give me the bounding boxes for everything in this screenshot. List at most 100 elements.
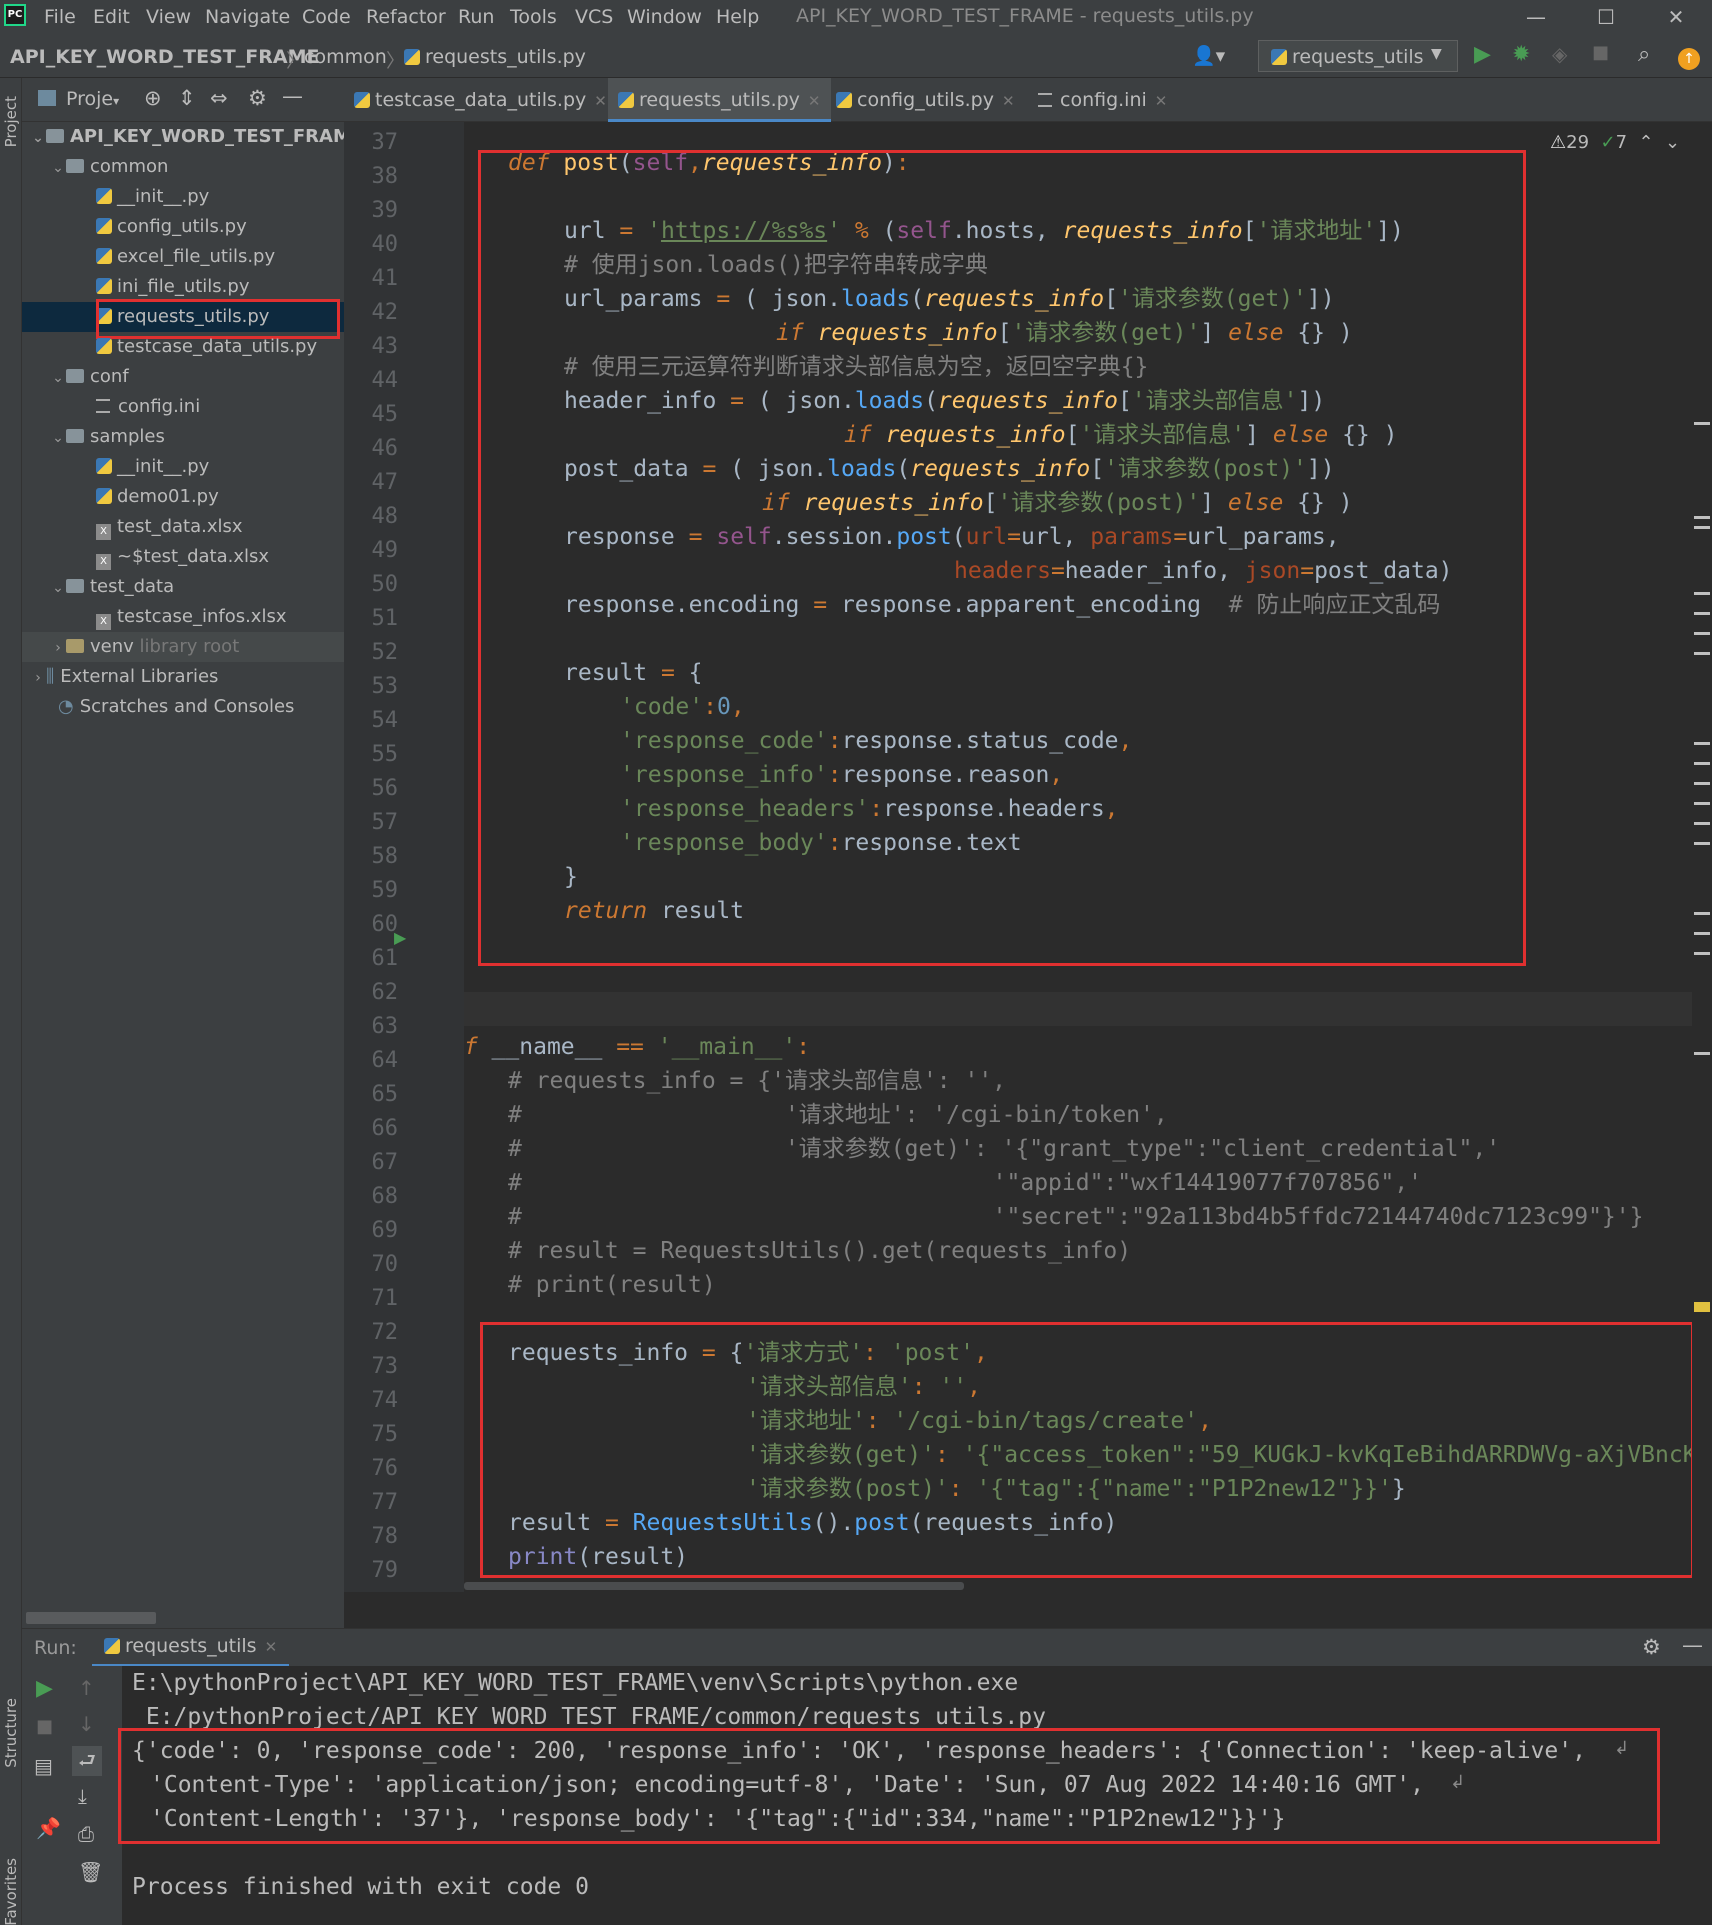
tree-folder-conf[interactable]: ⌄ conf [22, 362, 344, 392]
stop-icon[interactable]: ■ [1592, 42, 1609, 70]
tree-file-demo01[interactable]: demo01.py [22, 482, 344, 512]
menu-help[interactable]: Help [716, 6, 759, 28]
layout-icon[interactable]: ▤ [34, 1754, 53, 1778]
close-tab-icon[interactable]: ✕ [594, 92, 607, 110]
tab-config-ini[interactable]: config.ini ✕ [1028, 78, 1177, 122]
tree-folder-venv[interactable]: › venv library root [22, 632, 344, 662]
horizontal-scrollbar[interactable] [464, 1582, 964, 1590]
structure-tool-tab[interactable]: Structure [2, 1698, 20, 1768]
tree-folder-common[interactable]: ⌄ common [22, 152, 344, 182]
stripe-mark[interactable] [1694, 952, 1710, 955]
favorites-tool-tab[interactable]: Favorites [2, 1858, 20, 1925]
print-icon[interactable]: ⎙ [78, 1822, 94, 1846]
trash-icon[interactable]: 🗑 [78, 1860, 103, 1884]
menu-navigate[interactable]: Navigate [205, 6, 290, 28]
tree-file-testcase-data-utils[interactable]: testcase_data_utils.py [22, 332, 344, 362]
stripe-mark[interactable] [1694, 632, 1710, 635]
tree-folder-samples[interactable]: ⌄ samples [22, 422, 344, 452]
run-config-select[interactable]: requests_utils ▼ [1258, 40, 1458, 72]
tree-scratches[interactable]: ◔ Scratches and Consoles [22, 692, 344, 722]
soft-wrap-icon[interactable]: ⮐ [72, 1746, 102, 1776]
tree-folder-test-data[interactable]: ⌄ test_data [22, 572, 344, 602]
menu-vcs[interactable]: VCS [575, 6, 613, 28]
tree-file-test-data-xlsx[interactable]: Xtest_data.xlsx [22, 512, 344, 542]
hide-icon[interactable]: — [282, 84, 303, 108]
scroll-to-end-icon[interactable]: ⤓ [78, 1784, 87, 1808]
stripe-mark[interactable] [1694, 802, 1710, 805]
warning-stripe-mark[interactable] [1694, 1302, 1710, 1312]
gear-icon[interactable]: ⚙ [248, 86, 267, 110]
tab-config-utils[interactable]: config_utils.py ✕ [826, 78, 1025, 122]
tree-file-testcase-infos[interactable]: Xtestcase_infos.xlsx [22, 602, 344, 632]
project-tool-tab[interactable]: Project [2, 96, 20, 147]
tree-file-excel-utils[interactable]: excel_file_utils.py [22, 242, 344, 272]
breadcrumb-folder[interactable]: common [304, 46, 387, 68]
horizontal-scrollbar[interactable] [26, 1612, 156, 1624]
user-icon[interactable]: 👤▾ [1192, 44, 1225, 72]
stripe-mark[interactable] [1694, 822, 1710, 825]
hide-icon[interactable]: — [1682, 1633, 1703, 1657]
breadcrumb-project[interactable]: API_KEY_WORD_TEST_FRAME [10, 46, 319, 68]
down-arrow-icon[interactable]: ↓ [78, 1712, 95, 1736]
menu-code[interactable]: Code [302, 6, 351, 28]
run-console[interactable]: E:\pythonProject\API_KEY_WORD_TEST_FRAME… [118, 1666, 1692, 1925]
close-tab-icon[interactable]: ✕ [808, 92, 821, 110]
menu-run[interactable]: Run [458, 6, 494, 28]
update-icon[interactable]: ↑ [1678, 48, 1700, 70]
coverage-icon[interactable]: ◈ [1552, 42, 1567, 70]
tree-file-config-ini[interactable]: config.ini [22, 392, 344, 422]
stripe-mark[interactable] [1694, 762, 1710, 765]
tree-root[interactable]: ⌄ API_KEY_WORD_TEST_FRAM [22, 122, 351, 152]
menu-window[interactable]: Window [627, 6, 702, 28]
stop-icon[interactable]: ■ [36, 1716, 53, 1737]
up-arrow-icon[interactable]: ↑ [78, 1676, 95, 1700]
inspection-widget[interactable]: ⚠29 ✓7 ⌃ ⌄ [1550, 132, 1680, 153]
expand-all-icon[interactable]: ⇕ [178, 86, 196, 110]
tree-file-init[interactable]: __init__.py [22, 182, 344, 212]
stripe-mark[interactable] [1694, 526, 1710, 529]
stripe-mark[interactable] [1694, 742, 1710, 745]
stripe-mark[interactable] [1694, 842, 1710, 845]
stripe-mark[interactable] [1694, 652, 1710, 655]
chevron-down-icon[interactable]: ⌄ [1665, 132, 1680, 153]
tree-file-config-utils[interactable]: config_utils.py [22, 212, 344, 242]
menu-tools[interactable]: Tools [510, 6, 557, 28]
collapse-all-icon[interactable]: ⇔ [210, 86, 228, 110]
stripe-mark[interactable] [1694, 782, 1710, 785]
stripe-mark[interactable] [1694, 612, 1710, 615]
menu-refactor[interactable]: Refactor [366, 6, 446, 28]
search-icon[interactable]: ⌕ [1638, 42, 1650, 70]
code-editor[interactable]: ⚠29 ✓7 ⌃ ⌄ def post(self,requests_info):… [464, 122, 1692, 1592]
run-tab[interactable]: requests_utils ✕ [92, 1629, 290, 1667]
tree-external-libraries[interactable]: › ⫼ External Libraries [22, 662, 344, 692]
chevron-up-icon[interactable]: ⌃ [1639, 132, 1654, 153]
locate-icon[interactable]: ⊕ [144, 86, 162, 110]
close-tab-icon[interactable]: ✕ [1002, 92, 1015, 110]
tree-file-ini-utils[interactable]: ini_file_utils.py [22, 272, 344, 302]
run-gutter-icon[interactable]: ▶ [394, 928, 406, 947]
minimize-icon[interactable]: — [1508, 0, 1564, 34]
gear-icon[interactable]: ⚙ [1642, 1635, 1661, 1659]
run-icon[interactable]: ▶ [1474, 42, 1491, 70]
debug-icon[interactable]: ✹ [1512, 42, 1530, 70]
project-view-select[interactable]: Proje▾ [66, 88, 119, 110]
maximize-icon[interactable]: ☐ [1578, 0, 1634, 34]
stripe-mark[interactable] [1694, 932, 1710, 935]
breadcrumb-file[interactable]: requests_utils.py [404, 46, 586, 68]
tab-testcase-data-utils[interactable]: testcase_data_utils.py ✕ [344, 78, 617, 122]
rerun-icon[interactable]: ▶ [36, 1676, 53, 1701]
stripe-mark[interactable] [1694, 912, 1710, 915]
stripe-mark[interactable] [1694, 422, 1710, 425]
stripe-mark[interactable] [1694, 516, 1710, 519]
menu-file[interactable]: File [44, 6, 76, 28]
pin-icon[interactable]: 📌 [36, 1816, 61, 1840]
close-tab-icon[interactable]: ✕ [1155, 92, 1168, 110]
menu-edit[interactable]: Edit [93, 6, 130, 28]
tree-file-temp-xlsx[interactable]: X ~$test_data.xlsx [22, 542, 344, 572]
stripe-mark[interactable] [1694, 1052, 1710, 1055]
tree-file-samples-init[interactable]: __init__.py [22, 452, 344, 482]
tab-requests-utils[interactable]: requests_utils.py ✕ [608, 78, 831, 122]
stripe-mark[interactable] [1694, 592, 1710, 595]
close-tab-icon[interactable]: ✕ [265, 1638, 278, 1656]
menu-view[interactable]: View [146, 6, 191, 28]
